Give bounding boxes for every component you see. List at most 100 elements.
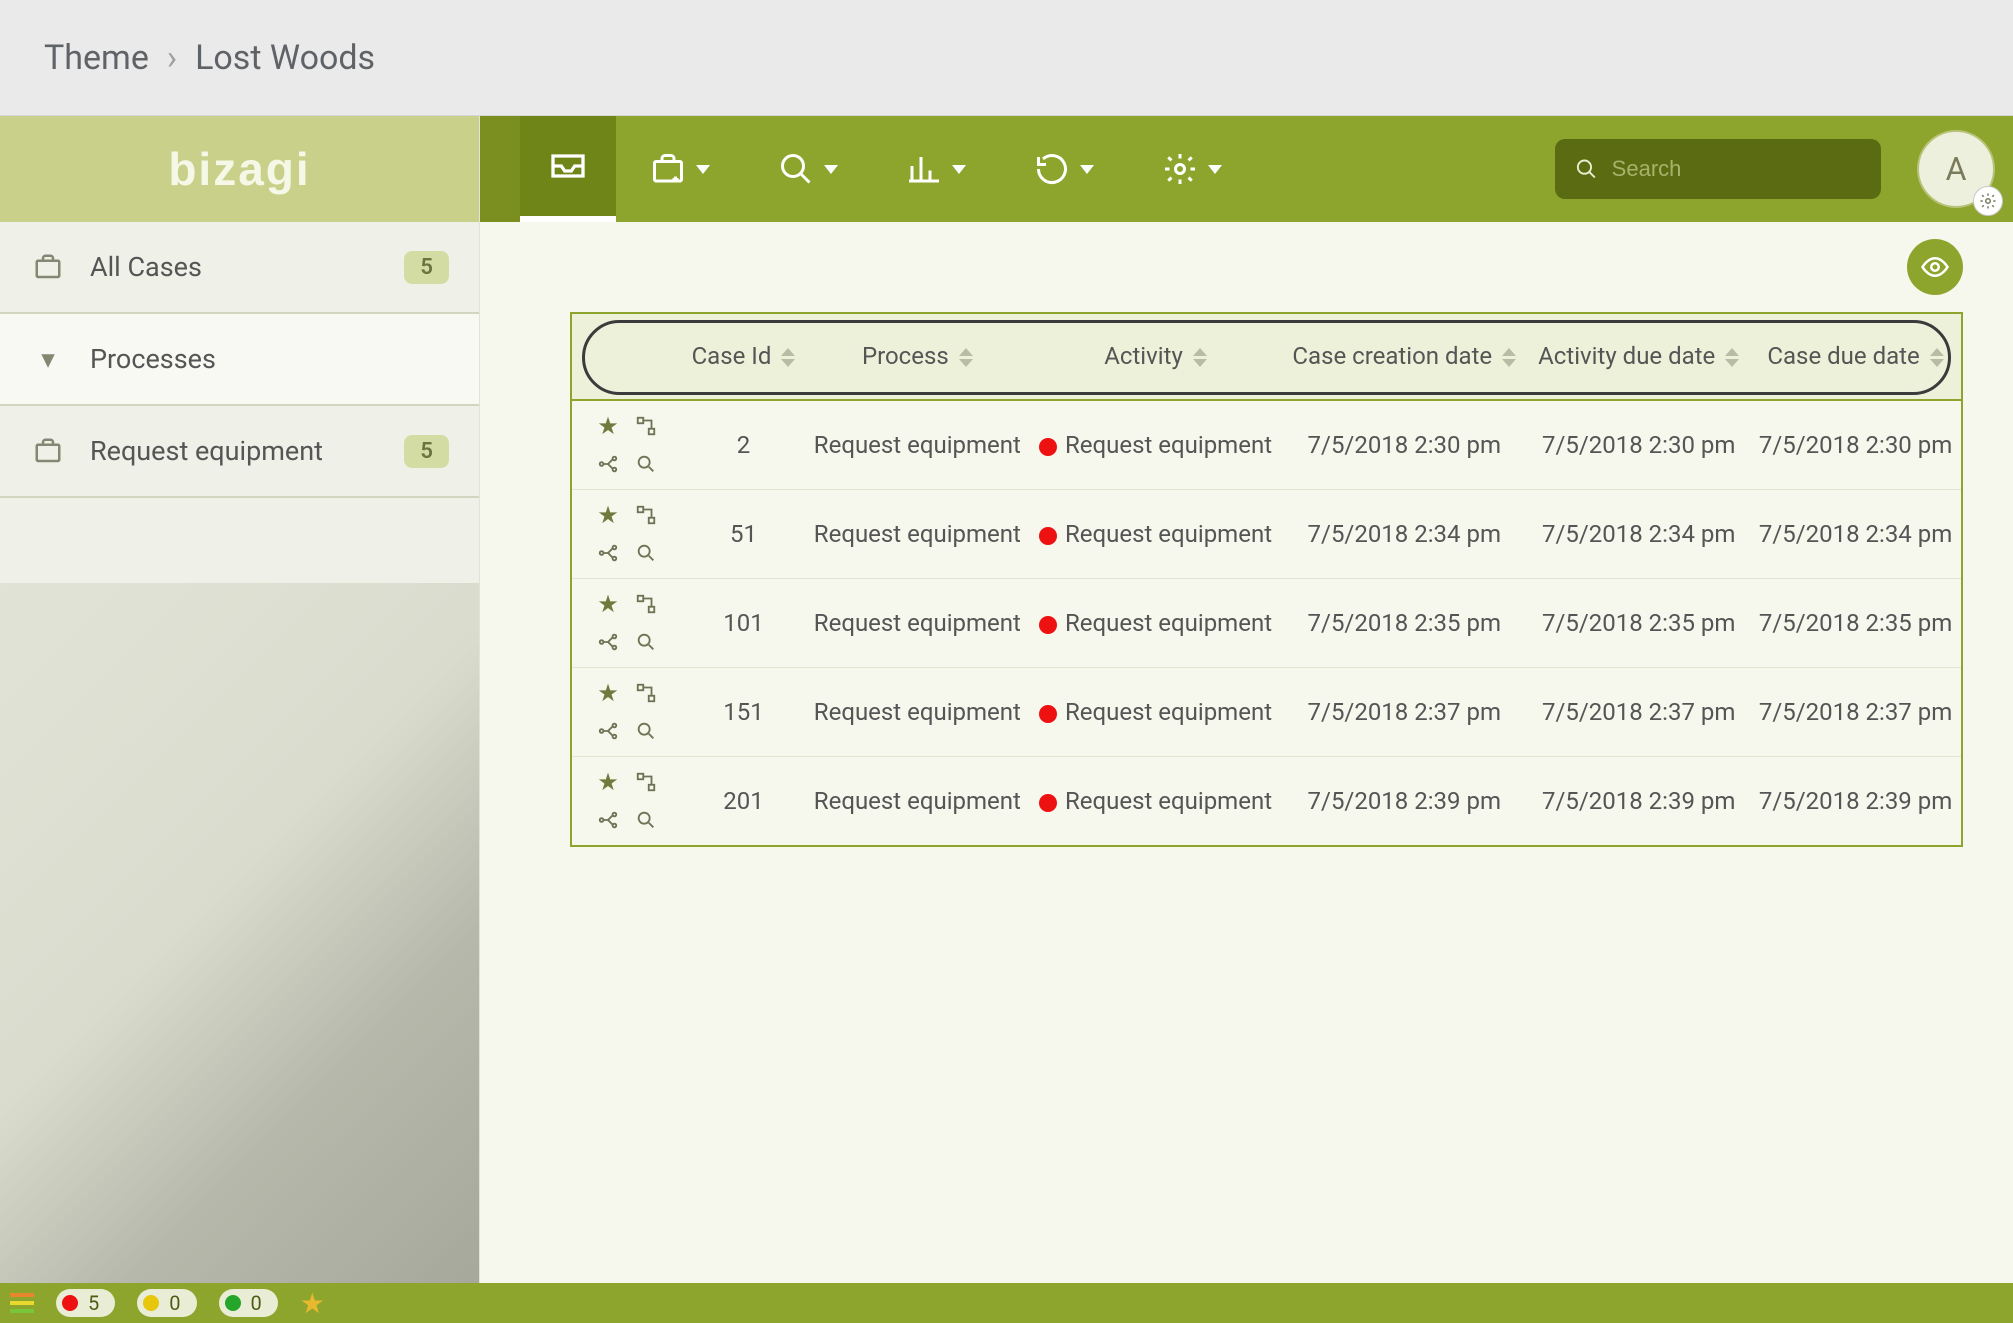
table-row[interactable]: ★ 51 Request equipment Request equipment… — [572, 490, 1961, 579]
favorite-star-icon[interactable]: ★ — [300, 1287, 325, 1320]
logo: bizagi — [168, 142, 310, 196]
table-row[interactable]: ★ 151 Request equipment Request equipmen… — [572, 668, 1961, 757]
search-box[interactable] — [1555, 139, 1881, 199]
star-icon[interactable]: ★ — [591, 409, 625, 443]
eye-icon — [1920, 252, 1950, 282]
caret-down-icon — [1208, 165, 1222, 174]
cell-creation-date: 7/5/2018 2:37 pm — [1281, 668, 1527, 757]
chevron-right-icon: › — [167, 38, 177, 78]
avatar-initial: A — [1946, 150, 1967, 188]
subprocess-icon[interactable] — [629, 765, 663, 799]
col-process[interactable]: Process — [805, 314, 1030, 400]
search-icon — [1575, 156, 1598, 182]
cell-activity-due: 7/5/2018 2:37 pm — [1527, 668, 1750, 757]
magnifier-icon[interactable] — [629, 536, 663, 570]
cell-case-due: 7/5/2018 2:34 pm — [1750, 490, 1961, 579]
breadcrumb-root[interactable]: Theme — [44, 38, 149, 78]
cell-case-due: 7/5/2018 2:30 pm — [1750, 401, 1961, 490]
workflow-icon[interactable] — [591, 714, 625, 748]
cell-process: Request equipment — [805, 401, 1030, 490]
status-dot-icon — [1039, 794, 1057, 812]
subprocess-icon[interactable] — [629, 409, 663, 443]
subprocess-icon[interactable] — [629, 498, 663, 532]
table-row[interactable]: ★ 101 Request equipment Request equipmen… — [572, 579, 1961, 668]
cell-case-due: 7/5/2018 2:37 pm — [1750, 668, 1961, 757]
toolbar: A — [480, 116, 2013, 222]
cell-activity-due: 7/5/2018 2:39 pm — [1527, 757, 1750, 846]
subprocess-icon[interactable] — [629, 676, 663, 710]
reports-button[interactable] — [876, 116, 996, 222]
yellow-count-pill[interactable]: 0 — [137, 1289, 196, 1317]
workflow-icon[interactable] — [591, 536, 625, 570]
col-creation-date[interactable]: Case creation date — [1281, 314, 1527, 400]
cell-activity[interactable]: Request equipment — [1030, 401, 1282, 490]
cell-activity[interactable]: Request equipment — [1030, 757, 1282, 846]
workflow-icon[interactable] — [591, 803, 625, 837]
search-menu-button[interactable] — [748, 116, 868, 222]
cell-activity-due: 7/5/2018 2:34 pm — [1527, 490, 1750, 579]
cell-process: Request equipment — [805, 668, 1030, 757]
cell-process: Request equipment — [805, 757, 1030, 846]
table-row[interactable]: ★ 201 Request equipment Request equipmen… — [572, 757, 1961, 846]
cell-activity-due: 7/5/2018 2:35 pm — [1527, 579, 1750, 668]
col-activity[interactable]: Activity — [1030, 314, 1282, 400]
sidebar-item-all-cases[interactable]: All Cases 5 — [0, 222, 479, 314]
caret-down-icon — [1080, 165, 1094, 174]
cell-case-id: 51 — [682, 490, 805, 579]
subprocess-icon[interactable] — [629, 587, 663, 621]
settings-button[interactable] — [1132, 116, 1252, 222]
menu-icon[interactable] — [10, 1293, 34, 1313]
caret-down-icon: ▾ — [30, 341, 66, 377]
cell-case-id: 201 — [682, 757, 805, 846]
workflow-icon[interactable] — [591, 447, 625, 481]
star-icon[interactable]: ★ — [591, 765, 625, 799]
refresh-button[interactable] — [1004, 116, 1124, 222]
toggle-view-button[interactable] — [1907, 239, 1963, 295]
magnifier-icon[interactable] — [629, 447, 663, 481]
col-activity-due[interactable]: Activity due date — [1527, 314, 1750, 400]
star-icon[interactable]: ★ — [591, 587, 625, 621]
red-count-pill[interactable]: 5 — [56, 1289, 115, 1317]
red-dot-icon — [62, 1295, 78, 1311]
sidebar: bizagi All Cases 5 ▾ Processes Request e… — [0, 116, 480, 1283]
magnifier-icon[interactable] — [629, 625, 663, 659]
magnifier-icon[interactable] — [629, 803, 663, 837]
cell-creation-date: 7/5/2018 2:35 pm — [1281, 579, 1527, 668]
breadcrumb-current: Lost Woods — [195, 38, 375, 78]
cell-creation-date: 7/5/2018 2:39 pm — [1281, 757, 1527, 846]
count-badge: 5 — [404, 251, 449, 284]
col-case-id[interactable]: Case Id — [682, 314, 805, 400]
cell-case-id: 101 — [682, 579, 805, 668]
briefcase-icon — [30, 433, 66, 469]
user-menu[interactable]: A — [1917, 130, 1995, 208]
star-icon[interactable]: ★ — [591, 498, 625, 532]
briefcase-icon — [30, 249, 66, 285]
table-row[interactable]: ★ 2 Request equipment Request equipment … — [572, 401, 1961, 490]
cell-activity[interactable]: Request equipment — [1030, 490, 1282, 579]
sidebar-group-processes[interactable]: ▾ Processes — [0, 314, 479, 406]
cell-case-id: 151 — [682, 668, 805, 757]
status-dot-icon — [1039, 705, 1057, 723]
cell-process: Request equipment — [805, 579, 1030, 668]
logo-bar: bizagi — [0, 116, 479, 222]
magnifier-icon[interactable] — [629, 714, 663, 748]
status-dot-icon — [1039, 616, 1057, 634]
status-dot-icon — [1039, 438, 1057, 456]
new-case-button[interactable] — [620, 116, 740, 222]
sidebar-item-request-equipment[interactable]: Request equipment 5 — [0, 406, 479, 498]
col-case-due[interactable]: Case due date — [1750, 314, 1961, 400]
star-icon[interactable]: ★ — [591, 676, 625, 710]
green-count-pill[interactable]: 0 — [219, 1289, 278, 1317]
cell-activity[interactable]: Request equipment — [1030, 668, 1282, 757]
workflow-icon[interactable] — [591, 625, 625, 659]
status-dot-icon — [1039, 527, 1057, 545]
cell-activity[interactable]: Request equipment — [1030, 579, 1282, 668]
sidebar-item-label: Processes — [90, 343, 449, 375]
caret-down-icon — [824, 165, 838, 174]
inbox-button[interactable] — [520, 116, 616, 222]
cell-case-id: 2 — [682, 401, 805, 490]
breadcrumb: Theme › Lost Woods — [0, 0, 2013, 116]
green-dot-icon — [225, 1295, 241, 1311]
search-input[interactable] — [1612, 156, 1861, 182]
gear-icon[interactable] — [1973, 186, 2003, 216]
